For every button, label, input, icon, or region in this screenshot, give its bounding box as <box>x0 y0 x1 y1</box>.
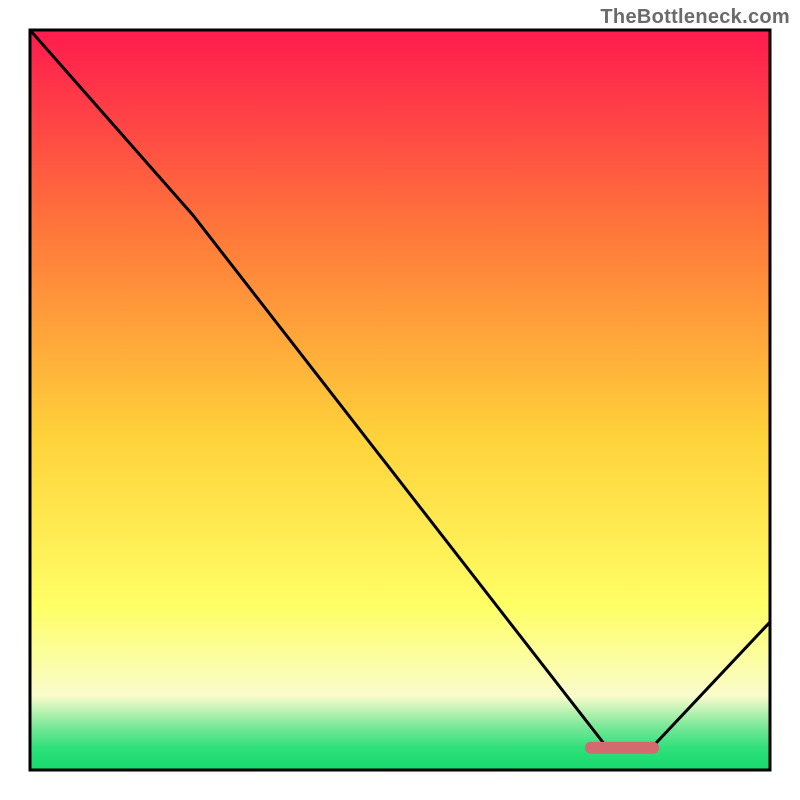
chart-container: TheBottleneck.com <box>0 0 800 800</box>
plot-background <box>30 30 770 770</box>
highlight-marker <box>585 742 659 754</box>
watermark-text: TheBottleneck.com <box>600 6 790 29</box>
chart-svg <box>0 0 800 800</box>
